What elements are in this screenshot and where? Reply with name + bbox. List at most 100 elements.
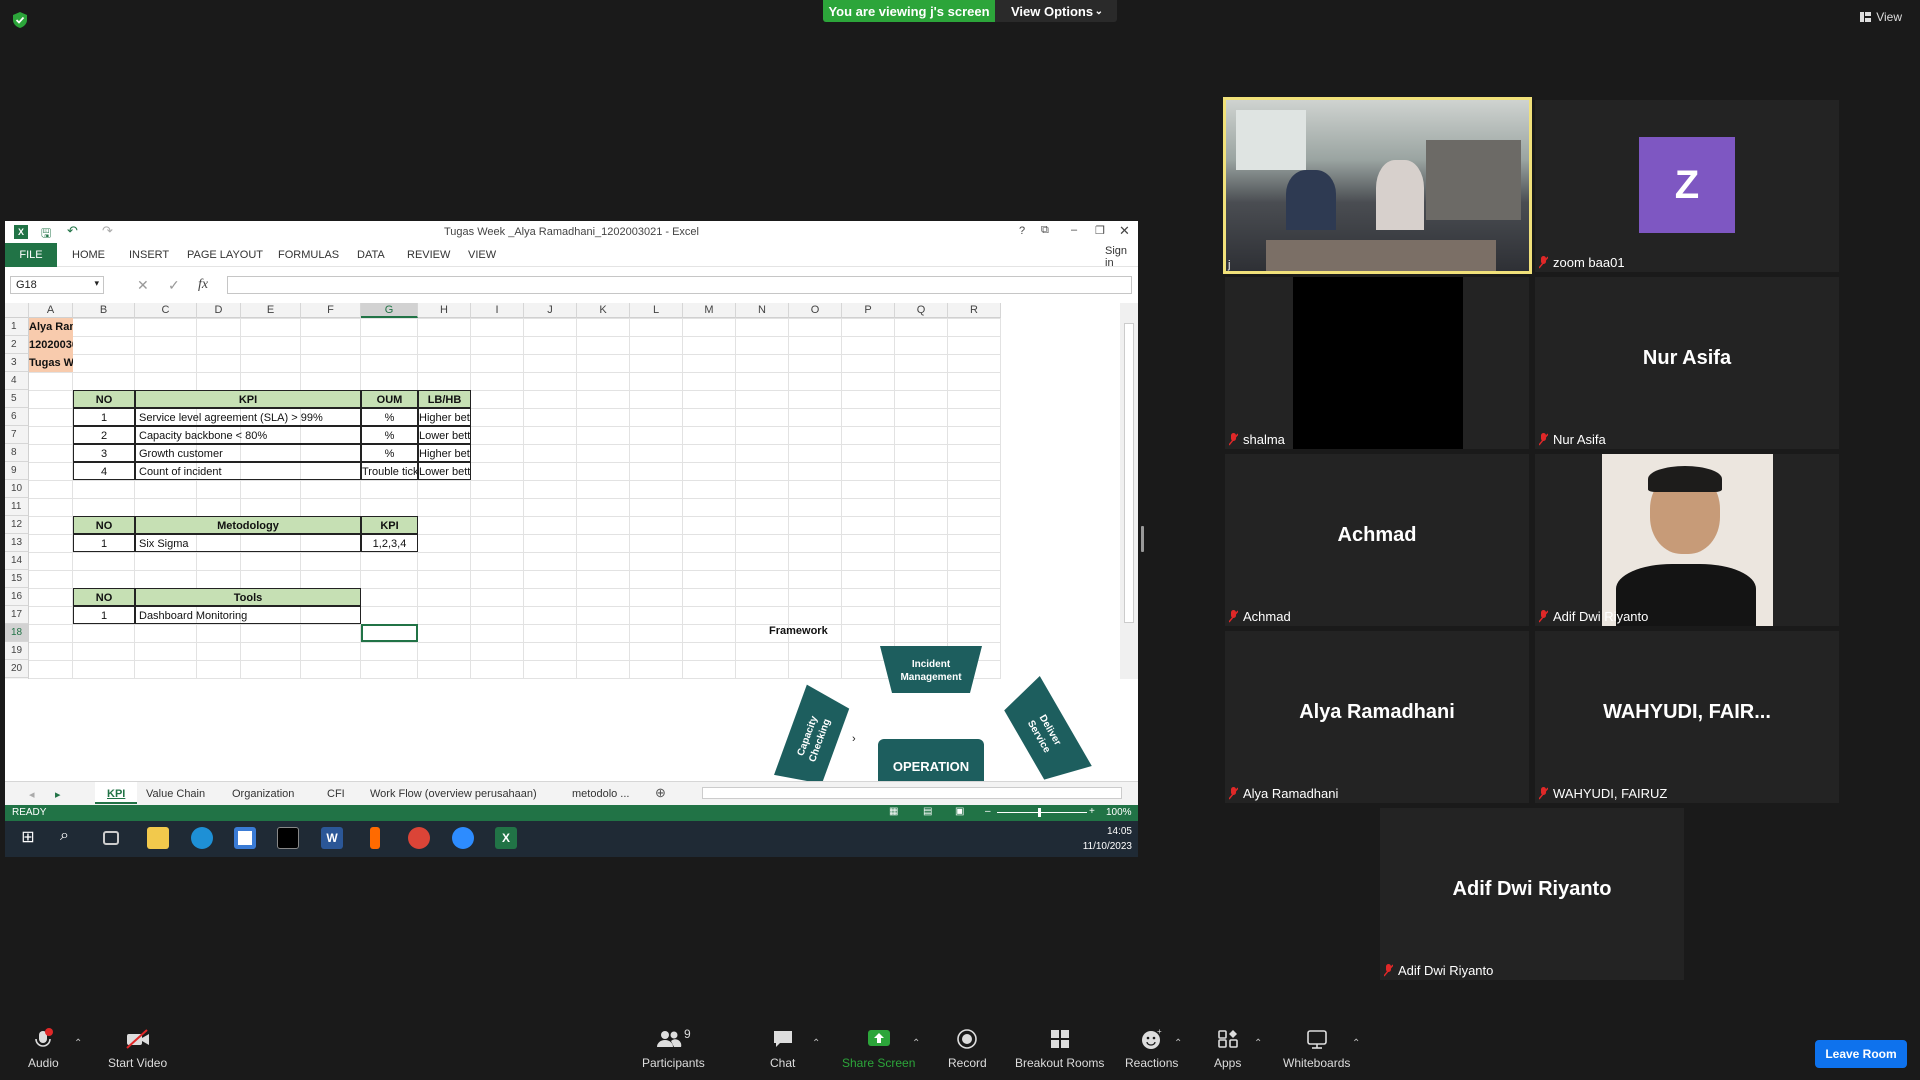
header-block-cell[interactable]: Tugas Week 04 [29, 354, 73, 372]
kpi-table-cell[interactable]: Lower better [418, 462, 471, 480]
chevron-up-icon[interactable]: ⌃ [912, 1038, 920, 1049]
chevron-up-icon[interactable]: ⌃ [1352, 1038, 1360, 1049]
row-header-5[interactable]: 5 [5, 390, 29, 408]
row-header-3[interactable]: 3 [5, 354, 29, 372]
row-header-9[interactable]: 9 [5, 462, 29, 480]
column-header-o[interactable]: O [789, 303, 842, 318]
column-header-k[interactable]: K [577, 303, 630, 318]
tab-scroll-left-icon[interactable]: ◂ [29, 788, 35, 801]
row-header-16[interactable]: 16 [5, 588, 29, 606]
kpi-table-cell[interactable]: Growth customer [135, 444, 361, 462]
row-header-14[interactable]: 14 [5, 552, 29, 570]
encryption-shield-icon[interactable] [11, 11, 29, 29]
row-header-7[interactable]: 7 [5, 426, 29, 444]
select-all-corner[interactable] [5, 303, 29, 318]
header-block-cell[interactable]: Alya Ramadhani [29, 318, 73, 336]
column-header-n[interactable]: N [736, 303, 789, 318]
column-header-c[interactable]: C [135, 303, 197, 318]
file-explorer-icon[interactable] [147, 827, 169, 849]
row-header-13[interactable]: 13 [5, 534, 29, 552]
excel-taskbar-icon[interactable]: X [495, 827, 517, 849]
video-tile-adif-dwi-riyanto[interactable]: Adif Dwi Riyanto Adif Dwi Riyanto [1380, 808, 1684, 980]
sheet-tab-work-flow[interactable]: Work Flow (overview perusahaan) [370, 788, 537, 800]
row-header-17[interactable]: 17 [5, 606, 29, 624]
tools-table-cell[interactable]: Dashboard Monitoring [135, 606, 361, 624]
video-tile-nur-asifa[interactable]: Nur Asifa Nur Asifa [1535, 277, 1839, 449]
tab-scroll-right-icon[interactable]: ▸ [55, 788, 61, 801]
kpi-table-header[interactable]: KPI [135, 390, 361, 408]
column-header-a[interactable]: A [29, 303, 73, 318]
normal-view-icon[interactable]: ▦ [889, 806, 898, 817]
sheet-tab-cfi[interactable]: CFI [327, 788, 345, 800]
chrome-icon[interactable] [408, 827, 430, 849]
word-icon[interactable]: W [321, 827, 343, 849]
column-header-f[interactable]: F [301, 303, 361, 318]
row-header-19[interactable]: 19 [5, 642, 29, 660]
record-button[interactable]: Record [948, 1028, 987, 1070]
metodology-table-header[interactable]: NO [73, 516, 135, 534]
kpi-table-cell[interactable]: Capacity backbone < 80% [135, 426, 361, 444]
kpi-table-cell[interactable]: Service level agreement (SLA) > 99% [135, 408, 361, 426]
kpi-table-cell[interactable]: 1 [73, 408, 135, 426]
store-icon[interactable] [234, 827, 256, 849]
metodology-table-cell[interactable]: 1,2,3,4 [361, 534, 418, 552]
search-icon[interactable]: ⌕ [60, 827, 82, 849]
tab-page-layout[interactable]: PAGE LAYOUT [187, 249, 263, 261]
column-header-r[interactable]: R [948, 303, 1001, 318]
view-options-button[interactable]: View Options ⌄ [995, 0, 1117, 22]
kpi-table-cell[interactable]: Trouble ticket (%) [361, 462, 418, 480]
kpi-table-cell[interactable]: 4 [73, 462, 135, 480]
tools-table-cell[interactable]: 1 [73, 606, 135, 624]
page-layout-view-icon[interactable]: ▤ [923, 806, 932, 817]
formula-input[interactable] [227, 276, 1132, 294]
vertical-scrollbar[interactable] [1120, 303, 1138, 679]
restore-icon[interactable]: ❐ [1095, 224, 1105, 237]
chat-button[interactable]: Chat [770, 1028, 795, 1070]
edge-icon[interactable] [191, 827, 213, 849]
kpi-table-cell[interactable]: Higher better [418, 444, 471, 462]
video-tile-zoom-baa01[interactable]: Z zoom baa01 [1535, 100, 1839, 272]
row-header-11[interactable]: 11 [5, 498, 29, 516]
kpi-table-cell[interactable]: % [361, 444, 418, 462]
chevron-up-icon[interactable]: ⌃ [1174, 1038, 1182, 1049]
spreadsheet-grid[interactable]: A B C D E F G H I J K L M N O P Q R 1 2 3 4 5 6 7 8 9 10 11 12 13 14 15 1… [5, 303, 1120, 679]
video-tile-shalma[interactable]: shalma [1225, 277, 1529, 449]
sign-in-link[interactable]: Sign in [1105, 245, 1138, 269]
chevron-up-icon[interactable]: ⌃ [74, 1038, 82, 1049]
kpi-table-cell[interactable]: 2 [73, 426, 135, 444]
add-sheet-icon[interactable]: ⊕ [655, 785, 666, 801]
close-icon[interactable]: ✕ [1119, 223, 1130, 239]
function-icon[interactable]: fx [198, 277, 208, 293]
sheet-tab-organization[interactable]: Organization [232, 788, 294, 800]
kpi-table-header[interactable]: LB/HB [418, 390, 471, 408]
tools-table-header[interactable]: NO [73, 588, 135, 606]
whiteboards-button[interactable]: Whiteboards [1283, 1028, 1350, 1070]
ribbon-display-icon[interactable]: ⧉ [1041, 224, 1049, 237]
taskbar-clock[interactable]: 14:05 11/10/2023 [1083, 824, 1132, 854]
kpi-table-cell[interactable]: % [361, 408, 418, 426]
tab-formulas[interactable]: FORMULAS [278, 249, 339, 261]
tab-file[interactable]: FILE [5, 243, 57, 267]
start-video-button[interactable]: Start Video [108, 1028, 167, 1070]
tools-table-header[interactable]: Tools [135, 588, 361, 606]
metodology-table-cell[interactable]: 1 [73, 534, 135, 552]
metodology-table-header[interactable]: Metodology [135, 516, 361, 534]
share-screen-button[interactable]: Share Screen [842, 1028, 915, 1070]
column-header-m[interactable]: M [683, 303, 736, 318]
video-tile-j[interactable]: j [1223, 97, 1532, 274]
kpi-table-header[interactable]: NO [73, 390, 135, 408]
column-header-e[interactable]: E [241, 303, 301, 318]
column-header-d[interactable]: D [197, 303, 241, 318]
column-header-p[interactable]: P [842, 303, 895, 318]
page-break-view-icon[interactable]: ▣ [955, 806, 964, 817]
row-header-21[interactable]: 21 [5, 678, 29, 679]
video-tile-adif-video[interactable]: Adif Dwi Riyanto [1535, 454, 1839, 626]
view-button[interactable]: View [1860, 10, 1902, 24]
row-header-4[interactable]: 4 [5, 372, 29, 390]
sheet-tab-value-chain[interactable]: Value Chain [146, 788, 205, 800]
zoom-level[interactable]: 100% [1106, 807, 1132, 818]
screen-splitter-handle[interactable] [1141, 526, 1144, 552]
row-header-2[interactable]: 2 [5, 336, 29, 354]
kpi-table-cell[interactable]: Lower better [418, 426, 471, 444]
selected-cell-g18[interactable] [361, 624, 418, 642]
